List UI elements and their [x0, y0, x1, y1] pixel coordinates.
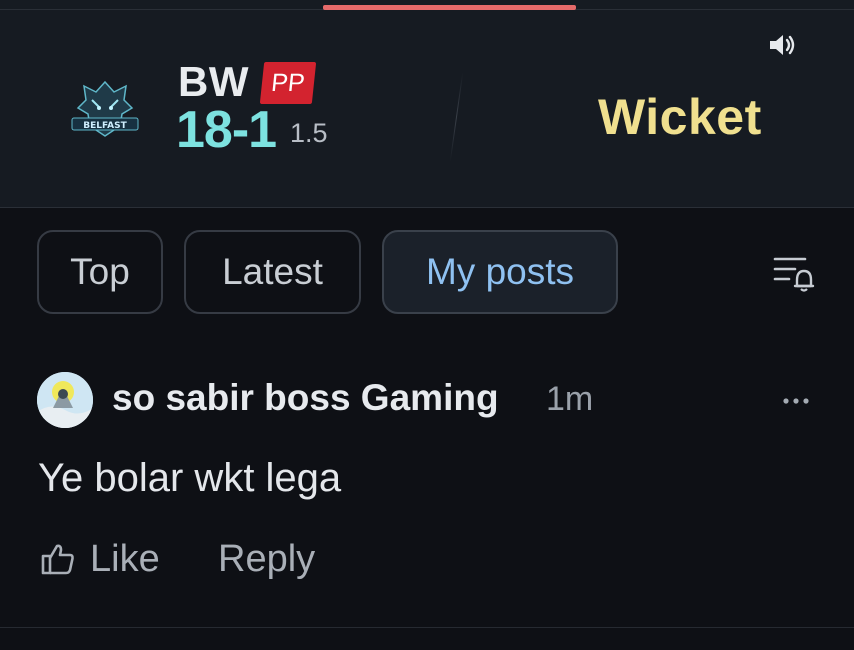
ball-event: Wicket	[598, 89, 762, 145]
powerplay-badge: PP	[259, 62, 317, 104]
like-label: Like	[90, 537, 160, 580]
avatar[interactable]	[37, 372, 93, 428]
tab-top-label: Top	[70, 251, 130, 292]
reply-label: Reply	[218, 537, 316, 580]
post-divider	[0, 627, 854, 628]
post-author[interactable]: so sabir boss Gaming	[112, 377, 499, 419]
reply-button[interactable]: Reply	[218, 534, 315, 584]
tab-my-posts-label: My posts	[425, 251, 575, 292]
team-logo-text: BELFAST	[83, 121, 127, 131]
tab-top[interactable]: Top	[37, 230, 163, 314]
overs-count: 1.5	[290, 118, 328, 148]
team-name: BW	[178, 58, 249, 105]
team-logo: BELFAST	[71, 80, 139, 137]
post-time: 1m	[546, 380, 594, 418]
tab-latest-label: Latest	[222, 251, 323, 292]
score-header[interactable]: BELFAST BW PP 18-1 1.5 Wicket	[0, 0, 854, 208]
thumbs-up-icon	[41, 544, 74, 575]
post-body: Ye bolar wkt lega	[38, 456, 342, 500]
progress-bar	[323, 5, 576, 10]
team-score: 18-1	[176, 101, 277, 159]
speaker-icon[interactable]	[767, 33, 797, 57]
tab-my-posts[interactable]: My posts	[382, 230, 618, 314]
like-button[interactable]: Like	[40, 534, 160, 584]
tab-latest[interactable]: Latest	[184, 230, 361, 314]
more-options-icon[interactable]	[780, 392, 814, 410]
filter-bell-icon[interactable]	[773, 254, 815, 292]
header-divider	[449, 72, 464, 162]
progress-track	[0, 0, 854, 10]
